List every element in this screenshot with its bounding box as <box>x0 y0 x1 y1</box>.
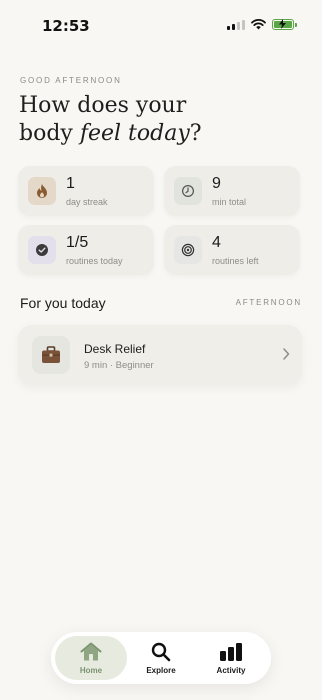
headline-line-2-plain: body <box>19 121 80 146</box>
home-icon <box>80 641 102 663</box>
headline-line-1: How does your <box>19 93 187 118</box>
briefcase-icon <box>32 336 70 374</box>
cellular-signal-icon <box>227 19 245 30</box>
bar-chart-icon <box>219 641 243 663</box>
tab-label: Activity <box>216 666 246 675</box>
tab-label: Explore <box>146 666 176 675</box>
flame-icon <box>28 177 56 205</box>
routine-card-desk-relief[interactable]: Desk Relief 9 min · Beginner <box>18 325 302 385</box>
headline-line-2-end: ? <box>189 121 202 146</box>
tab-home[interactable]: Home <box>55 636 127 680</box>
stat-card-routines-left: 4 routines left <box>164 225 300 275</box>
status-bar: 12:53 <box>0 0 322 52</box>
routine-meta: 9 min · Beginner <box>84 360 154 371</box>
stat-card-minutes: 9 min total <box>164 166 300 216</box>
wifi-icon <box>251 19 266 30</box>
headline-line-2-italic: feel today <box>79 121 190 146</box>
stat-label: routines today <box>66 256 123 266</box>
battery-charging-icon <box>272 19 297 30</box>
stat-value: 1 <box>66 175 75 192</box>
stat-label: day streak <box>66 197 108 207</box>
tab-explore[interactable]: Explore <box>125 636 197 680</box>
target-icon <box>174 236 202 264</box>
stat-label: routines left <box>212 256 259 266</box>
greeting-eyebrow: GOOD AFTERNOON <box>20 76 122 85</box>
stat-card-routines-today: 1/5 routines today <box>18 225 154 275</box>
search-icon <box>151 641 171 663</box>
tab-bar: Home Explore Activity <box>51 632 271 684</box>
stat-label: min total <box>212 197 247 207</box>
clock-icon <box>174 177 202 205</box>
greeting-headline: How does your body feel today? <box>19 92 299 148</box>
tab-label: Home <box>79 666 103 675</box>
status-time: 12:53 <box>42 17 90 35</box>
section-title: For you today <box>20 295 106 311</box>
routine-title: Desk Relief <box>84 342 146 356</box>
stat-value: 4 <box>212 234 221 251</box>
stat-value: 1/5 <box>66 234 89 251</box>
section-tag: AFTERNOON <box>235 298 302 307</box>
stat-card-streak: 1 day streak <box>18 166 154 216</box>
stat-value: 9 <box>212 175 221 192</box>
tab-activity[interactable]: Activity <box>195 636 267 680</box>
chevron-right-icon <box>283 348 290 360</box>
status-icons <box>227 19 297 30</box>
check-circle-icon <box>28 236 56 264</box>
